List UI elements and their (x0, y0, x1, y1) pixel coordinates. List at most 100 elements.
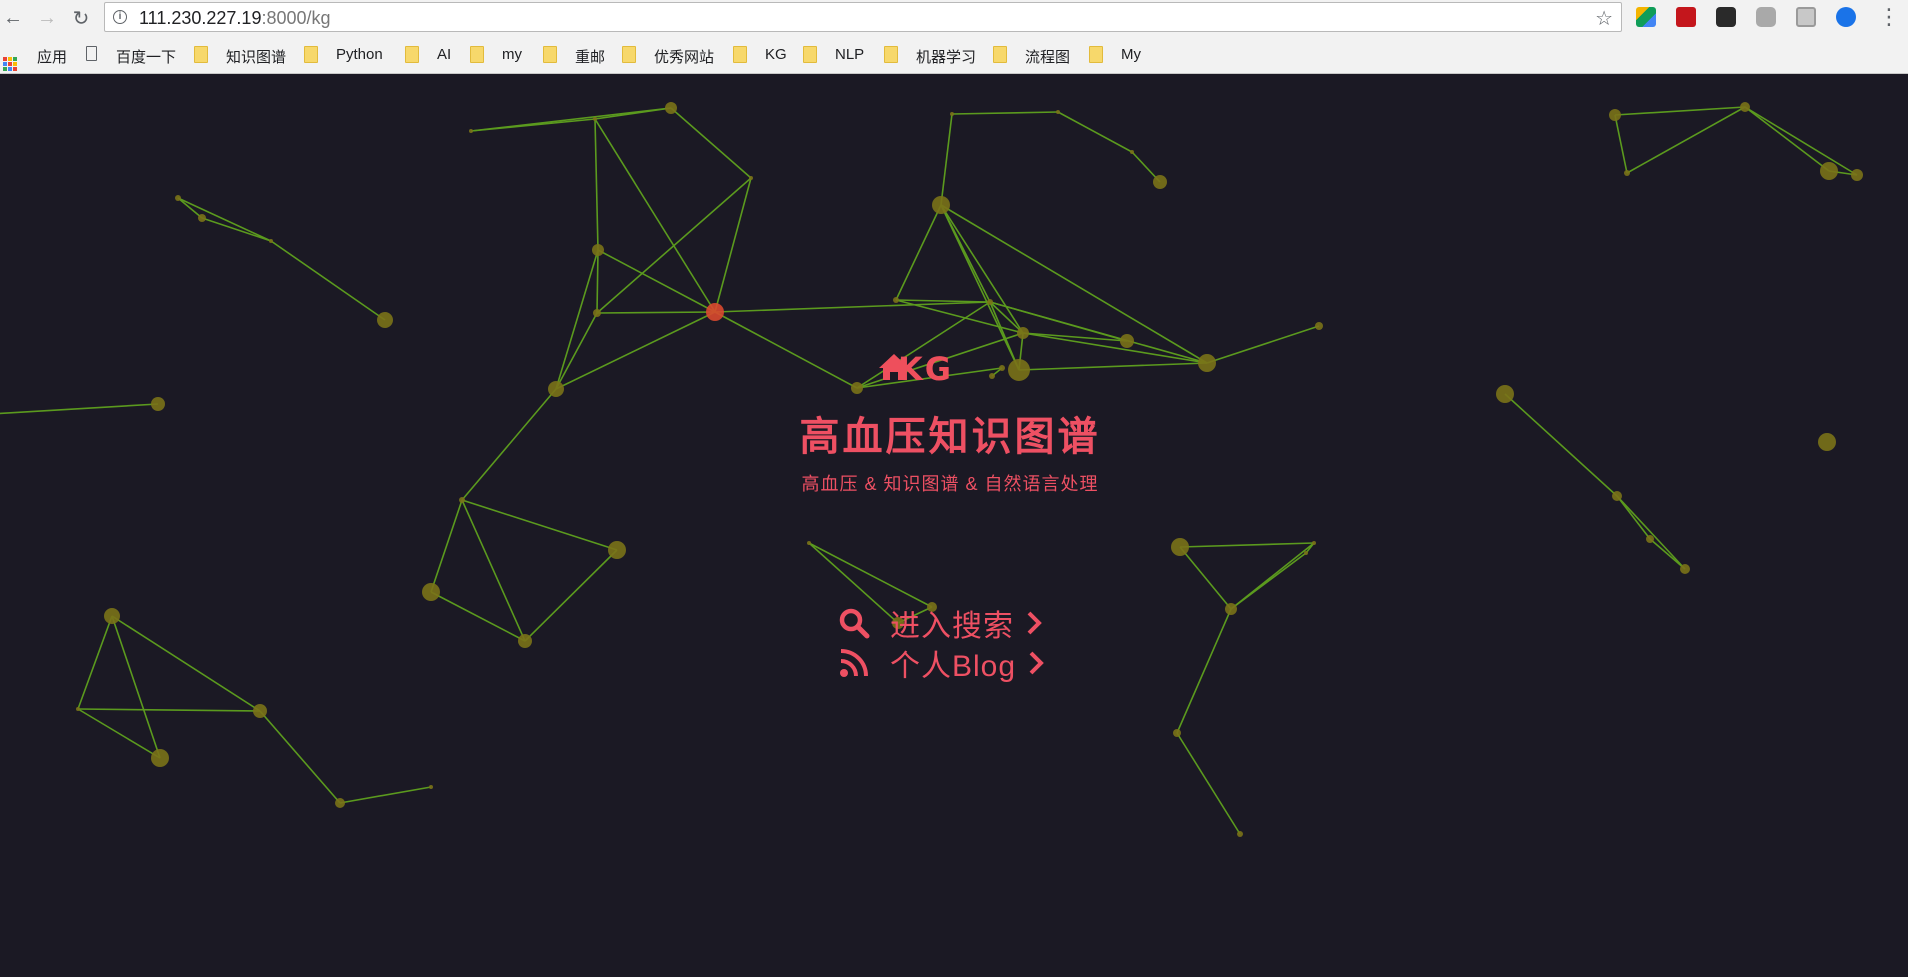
graph-node (429, 785, 433, 789)
graph-node (989, 373, 995, 379)
graph-edge (1504, 393, 1618, 497)
graph-node (175, 195, 181, 201)
graph-node (151, 397, 165, 411)
graph-edge (940, 204, 1020, 371)
graph-node (1120, 334, 1134, 348)
graph-edge (596, 249, 599, 314)
bookmark-apps[interactable]: 应用 (3, 46, 67, 71)
folder-icon (304, 46, 318, 63)
graph-edge (430, 499, 463, 593)
graph-edge (597, 249, 716, 313)
pdf-extension-icon[interactable] (1676, 7, 1696, 27)
window-extension-icon[interactable] (1796, 7, 1816, 27)
graph-node (1056, 110, 1060, 114)
graph-node (1237, 831, 1243, 837)
bookmark-label: Python (336, 46, 383, 63)
graph-edge (111, 615, 261, 712)
graph-edge (77, 708, 161, 759)
graph-edge (430, 591, 526, 642)
site-logo[interactable]: KG (876, 350, 953, 388)
info-icon[interactable]: i (113, 10, 127, 24)
graph-edge (1176, 608, 1232, 734)
graph-edge (594, 118, 716, 313)
back-icon[interactable]: ← (0, 4, 26, 32)
graph-edge (1179, 542, 1315, 548)
address-bar[interactable]: i 111.230.227.19:8000/kg ☆ (104, 2, 1622, 32)
address-url[interactable]: 111.230.227.19:8000/kg (139, 8, 331, 29)
graph-edge (1614, 106, 1746, 116)
graph-node (76, 707, 80, 711)
bookmark-folder-my2[interactable]: My (1089, 46, 1141, 66)
graph-node (1312, 541, 1316, 545)
graph-node (377, 312, 393, 328)
bookmark-folder-zhishitupu[interactable]: 知识图谱 (194, 46, 286, 66)
spy-extension-icon[interactable] (1716, 7, 1736, 27)
graph-node (608, 541, 626, 559)
bookmark-folder-nlp[interactable]: NLP (803, 46, 864, 66)
bookmark-folder-my[interactable]: my (470, 46, 522, 66)
graph-edge (1616, 495, 1686, 570)
browser-chrome: ← → ↻ i 111.230.227.19:8000/kg ☆ ⋮ 应用 百度… (0, 0, 1908, 74)
graph-edge (77, 708, 261, 712)
bookmark-label: 流程图 (1025, 49, 1071, 66)
personal-blog-link[interactable]: 个人Blog (838, 645, 1044, 683)
bookmark-folder-chongyou[interactable]: 重邮 (543, 46, 605, 66)
folder-icon (993, 46, 1007, 63)
circle-extension-icon[interactable] (1836, 7, 1856, 27)
bookmark-baidu[interactable]: 百度一下 (86, 46, 176, 66)
graph-node (593, 117, 597, 121)
bookmark-label: 应用 (37, 49, 68, 66)
graph-edge (596, 311, 716, 314)
graph-node (104, 608, 120, 624)
graph-edge (940, 204, 1024, 334)
folder-icon (470, 46, 484, 63)
graph-edge (596, 177, 752, 314)
folder-icon (405, 46, 419, 63)
bookmark-folder-ai[interactable]: AI (405, 46, 451, 66)
graph-edge (1176, 732, 1241, 835)
graph-node (518, 634, 532, 648)
bookmark-label: My (1121, 46, 1141, 63)
graph-node (593, 309, 601, 317)
folder-icon (803, 46, 817, 63)
bookmark-folder-python[interactable]: Python (304, 46, 383, 66)
graph-node (987, 299, 993, 305)
reload-icon[interactable]: ↻ (68, 4, 94, 32)
graph-node (1315, 322, 1323, 330)
enter-search-link[interactable]: 进入搜索 (838, 605, 1042, 643)
graph-node (335, 798, 345, 808)
enter-search-label: 进入搜索 (890, 610, 1014, 643)
bookmark-folder-jiqixuexi[interactable]: 机器学习 (884, 46, 976, 66)
personal-blog-label: 个人Blog (890, 650, 1017, 683)
graph-node (1225, 603, 1237, 615)
graph-node (851, 382, 863, 394)
graph-node (1496, 385, 1514, 403)
graph-node (269, 239, 273, 243)
graph-node (1612, 491, 1622, 501)
forward-icon[interactable]: → (34, 4, 60, 32)
graph-node (1304, 551, 1308, 555)
graph-edge (555, 249, 599, 390)
bookmark-folder-kg[interactable]: KG (733, 46, 787, 66)
search-icon (839, 608, 870, 639)
graph-edge (461, 388, 557, 501)
tile-extension-icon[interactable] (1636, 7, 1656, 27)
graph-node (1171, 538, 1189, 556)
graph-edge (714, 301, 991, 313)
graph-node (1646, 535, 1654, 543)
cube-extension-icon[interactable] (1756, 7, 1776, 27)
bookmark-star-icon[interactable]: ☆ (1595, 6, 1613, 31)
browser-menu-icon[interactable]: ⋮ (1878, 4, 1900, 32)
apps-icon (3, 57, 17, 71)
bookmark-folder-youxiuwangzhan[interactable]: 优秀网站 (622, 46, 714, 66)
graph-node (665, 102, 677, 114)
graph-edge (1206, 325, 1320, 364)
graph-node (893, 297, 899, 303)
graph-node (459, 497, 465, 503)
folder-icon (1089, 46, 1103, 63)
graph-edge (714, 311, 858, 389)
bookmark-label: 重邮 (575, 49, 606, 66)
network-graph-background (0, 102, 1863, 837)
bookmark-folder-liuchengtu[interactable]: 流程图 (993, 46, 1070, 66)
graph-node (469, 129, 473, 133)
